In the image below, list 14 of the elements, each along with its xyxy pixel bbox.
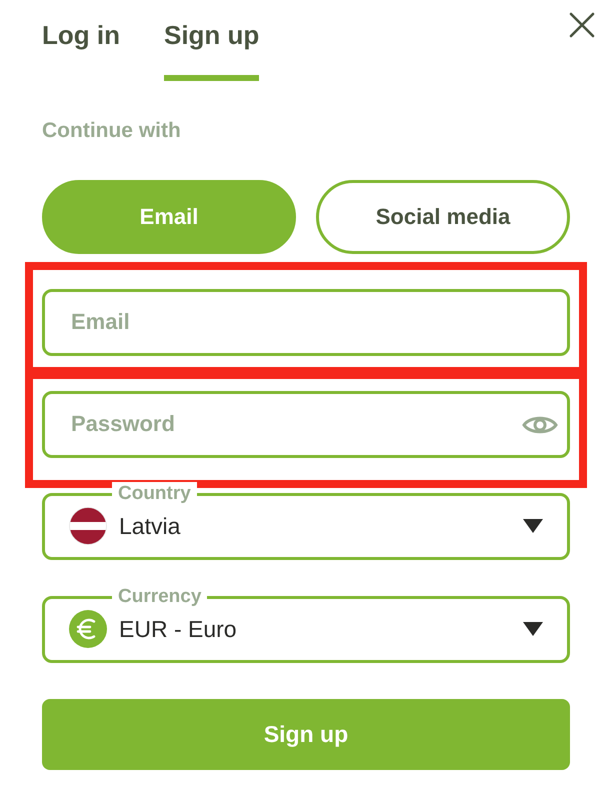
field-label: Country [112,482,197,506]
password-field[interactable]: Password [42,390,570,458]
close-icon[interactable] [569,12,595,38]
tab[interactable]: Sign up [164,16,260,81]
method-button[interactable]: Social media [316,180,570,254]
select-value: Latvia [119,512,182,541]
flag-icon [69,507,107,545]
dropdown-caret-icon[interactable] [523,519,543,533]
continue-label: Continue with [42,118,182,144]
tab[interactable]: Log in [42,16,120,81]
email-field[interactable]: Email [42,288,570,356]
euro-icon [69,610,107,648]
dropdown-caret-icon[interactable] [523,622,543,636]
select-value: EUR - Euro [119,614,238,644]
